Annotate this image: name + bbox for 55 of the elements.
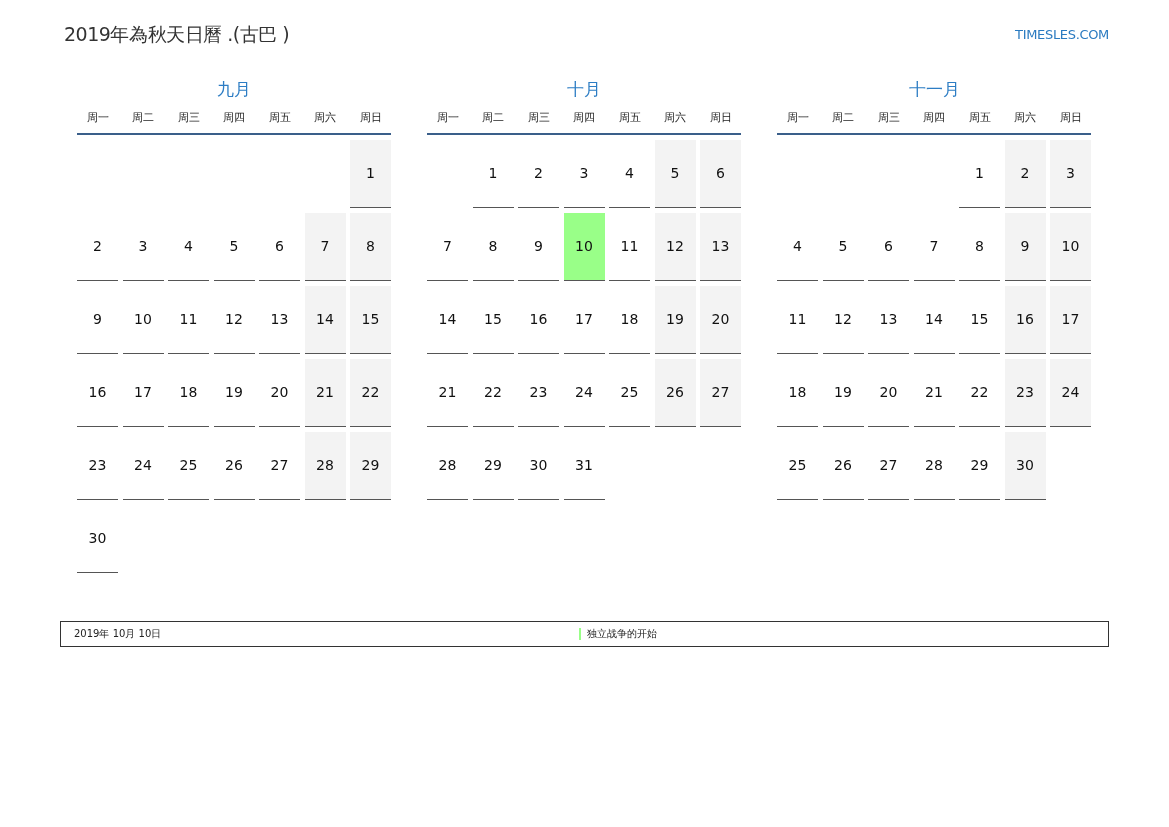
day-cell: 12 [654, 212, 696, 281]
day-cell: 23 [1004, 358, 1046, 427]
weekday-label: 周一 [785, 110, 810, 126]
weekday-label: 周一 [85, 110, 110, 126]
weekday-label: 周六 [313, 110, 337, 126]
weekday-label: 周日 [708, 110, 733, 126]
day-cell: 1 [350, 139, 391, 208]
holiday-name: 独立战争的开始 [587, 627, 657, 641]
day-cell: 10 [1050, 212, 1091, 281]
weekday-label: 周日 [1058, 110, 1083, 126]
day-cell: 30 [1004, 431, 1046, 500]
weekday-label: 周日 [358, 110, 383, 126]
day-cell: 10 [563, 212, 605, 281]
day-cell: 17 [1050, 285, 1091, 354]
day-cell: 19 [654, 285, 696, 354]
day-cell: 29 [350, 431, 391, 500]
weekday-label: 周五 [617, 110, 642, 126]
weekday-label: 周五 [267, 110, 292, 126]
day-cell: 20 [700, 285, 741, 354]
month-title: 九月 [216, 77, 252, 101]
weekday-label: 周三 [176, 110, 201, 126]
day-cell: 6 [700, 139, 741, 208]
page-title: 2019年為秋天日曆 .(古巴 ) [63, 22, 290, 47]
day-cell: 15 [350, 285, 391, 354]
day-cell: 7 [304, 212, 346, 281]
month-title: 十一月 [907, 77, 961, 101]
day-cell: 24 [1050, 358, 1091, 427]
day-cell: 13 [700, 212, 741, 281]
day-cell: 27 [700, 358, 741, 427]
weekday-label: 周四 [222, 110, 246, 126]
weekday-label: 周四 [922, 110, 946, 126]
day-cell: 14 [304, 285, 346, 354]
site-logo[interactable]: TIMESLES.COM [1015, 24, 1109, 44]
day-cell: 5 [654, 139, 696, 208]
day-cell: 9 [1004, 212, 1046, 281]
weekday-label: 周五 [967, 110, 992, 126]
weekday-label: 周三 [526, 110, 551, 126]
weekday-label: 周三 [876, 110, 901, 126]
day-cell: 22 [350, 358, 391, 427]
weekday-label: 周二 [831, 110, 855, 126]
weekday-label: 周二 [131, 110, 155, 126]
day-cell: 26 [654, 358, 696, 427]
holiday-date: 2019年 10月 10日 [73, 627, 163, 641]
month-title: 十月 [566, 77, 602, 101]
weekday-label: 周六 [663, 110, 687, 126]
day-cell: 28 [304, 431, 346, 500]
day-cell: 16 [1004, 285, 1046, 354]
day-cell: 3 [1050, 139, 1091, 208]
weekday-label: 周一 [435, 110, 460, 126]
weekday-label: 周六 [1013, 110, 1037, 126]
day-cell: 21 [304, 358, 346, 427]
day-cell: 2 [1004, 139, 1046, 208]
weekday-label: 周二 [481, 110, 505, 126]
day-cell: 8 [350, 212, 391, 281]
weekday-label: 周四 [572, 110, 596, 126]
